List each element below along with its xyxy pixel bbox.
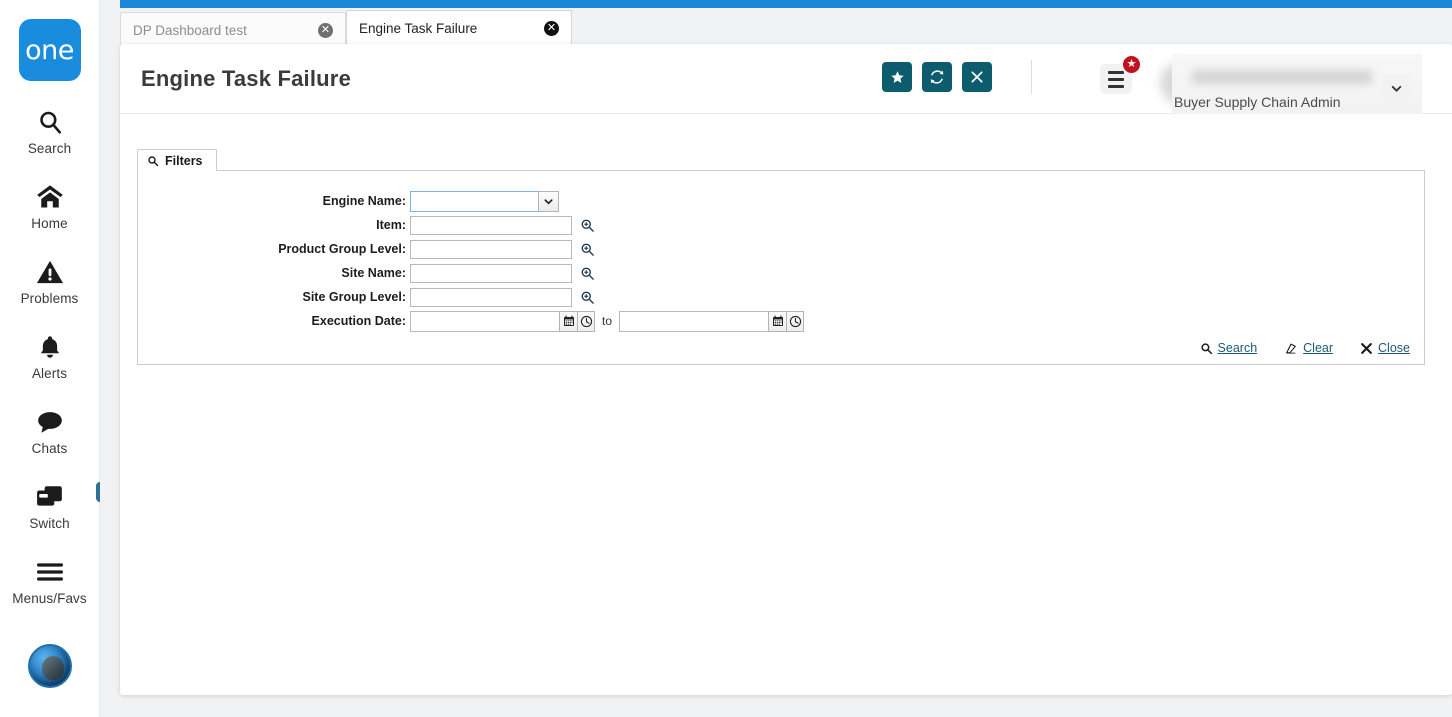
engine-name-select[interactable] — [410, 190, 559, 212]
sidebar-item-label: Switch — [29, 516, 70, 531]
filter-row-product-group-level: Product Group Level: — [138, 237, 1424, 261]
page-card: Engine Task Failure ★ Buyer Supply Chain… — [120, 44, 1452, 695]
chevron-down-icon[interactable] — [538, 190, 559, 212]
product-group-level-input[interactable] — [410, 239, 572, 259]
sidebar-item-label: Alerts — [31, 366, 68, 381]
filter-label: Item: — [376, 218, 406, 232]
calendar-icon[interactable] — [559, 310, 577, 332]
header-menu-button[interactable]: ★ — [1100, 55, 1141, 94]
search-icon — [1200, 342, 1213, 355]
close-x-icon — [1360, 342, 1373, 355]
close-circle-icon[interactable]: ✕ — [318, 23, 333, 38]
sidebar-item-problems[interactable]: Problems — [0, 255, 100, 306]
search-icon — [37, 105, 63, 139]
calendar-icon[interactable] — [768, 310, 787, 332]
tab-engine-task-failure[interactable]: Engine Task Failure ✕ — [346, 10, 572, 48]
execution-date-from-input[interactable] — [410, 310, 559, 332]
filter-action-links: Search Clear Close — [1200, 341, 1410, 355]
execution-date-to-input[interactable] — [619, 310, 769, 332]
warning-triangle-icon — [36, 255, 64, 289]
filter-label: Product Group Level: — [278, 242, 406, 256]
sidebar-item-alerts[interactable]: Alerts — [0, 330, 100, 381]
tab-label: DP Dashboard test — [133, 23, 247, 38]
site-name-input[interactable] — [410, 263, 572, 283]
filters-body: Engine Name: Item: Product Group Level: … — [137, 170, 1425, 365]
sidebar-item-label: Menus/Favs — [12, 591, 87, 606]
filter-close-link[interactable]: Close — [1360, 341, 1410, 355]
filter-link-label: Close — [1378, 341, 1410, 355]
filter-search-link[interactable]: Search — [1200, 341, 1258, 355]
magnifier-plus-icon[interactable] — [576, 239, 598, 259]
sidebar-item-search[interactable]: Search — [0, 105, 100, 156]
clock-icon[interactable] — [786, 310, 805, 332]
filters-tab-label: Filters — [165, 153, 203, 168]
menu-star-badge: ★ — [1122, 55, 1141, 74]
date-range-separator: to — [602, 314, 613, 328]
page-header: Engine Task Failure ★ Buyer Supply Chain… — [120, 44, 1452, 114]
chevron-down-icon[interactable] — [1382, 74, 1410, 102]
tab-strip: DP Dashboard test ✕ Engine Task Failure … — [120, 10, 572, 48]
filter-row-execution-date: Execution Date: to — [138, 309, 1424, 333]
sidebar-item-label: Problems — [20, 291, 79, 306]
ai-assistant-avatar[interactable] — [27, 644, 72, 688]
top-accent-bar — [120, 0, 1452, 8]
filter-row-site-name: Site Name: — [138, 261, 1424, 285]
clock-icon[interactable] — [577, 310, 595, 332]
application-root: one Search Home Problems Alerts Chats Sw… — [0, 0, 1452, 717]
header-divider — [1031, 60, 1032, 94]
eraser-icon — [1284, 342, 1298, 355]
chat-bubble-icon — [36, 405, 64, 439]
tab-dp-dashboard-test[interactable]: DP Dashboard test ✕ — [120, 12, 346, 48]
magnifier-plus-icon[interactable] — [576, 215, 598, 235]
sidebar-item-menus-favs[interactable]: Menus/Favs — [0, 555, 100, 606]
engine-name-select-value[interactable] — [410, 190, 538, 212]
one-logo[interactable]: one — [18, 19, 81, 81]
filter-clear-link[interactable]: Clear — [1284, 341, 1333, 355]
site-group-level-input[interactable] — [410, 287, 572, 307]
filter-label: Engine Name: — [322, 194, 406, 208]
search-icon — [148, 155, 159, 166]
page-header-actions — [882, 62, 992, 92]
main-region: DP Dashboard test ✕ Engine Task Failure … — [100, 0, 1452, 717]
favorite-button[interactable] — [882, 62, 912, 92]
filter-row-site-group-level: Site Group Level: — [138, 285, 1424, 309]
sidebar-item-switch[interactable]: ⇆ Switch — [0, 480, 120, 531]
sidebar-item-label: Search — [27, 141, 72, 156]
close-x-icon — [971, 71, 983, 83]
close-circle-icon[interactable]: ✕ — [544, 20, 559, 36]
filter-row-item: Item: — [138, 213, 1424, 237]
sidebar-item-label: Chats — [31, 441, 68, 456]
left-navigation-rail: one Search Home Problems Alerts Chats Sw… — [0, 0, 120, 717]
filter-label: Execution Date: — [311, 314, 406, 328]
filter-label: Site Name: — [341, 266, 406, 280]
magnifier-plus-icon[interactable] — [576, 263, 598, 283]
execution-date-from[interactable] — [410, 310, 595, 332]
refresh-button[interactable] — [922, 62, 952, 92]
bell-icon — [37, 330, 63, 364]
item-input[interactable] — [410, 215, 572, 235]
page-title: Engine Task Failure — [141, 66, 352, 91]
filter-link-label: Search — [1217, 341, 1258, 355]
user-role-label: Buyer Supply Chain Admin — [1174, 94, 1341, 110]
tab-label: Engine Task Failure — [359, 20, 478, 36]
user-name-redacted — [1192, 70, 1372, 84]
refresh-icon — [930, 70, 944, 84]
sidebar-item-chats[interactable]: Chats — [0, 405, 100, 456]
execution-date-to[interactable] — [619, 310, 805, 332]
tab-filters[interactable]: Filters — [137, 149, 217, 171]
home-icon — [36, 180, 64, 214]
close-button[interactable] — [962, 62, 992, 92]
filter-label: Site Group Level: — [302, 290, 407, 304]
magnifier-plus-icon[interactable] — [576, 287, 598, 307]
sidebar-item-home[interactable]: Home — [0, 180, 100, 231]
hamburger-icon — [36, 555, 64, 589]
sidebar-item-label: Home — [31, 216, 68, 231]
filters-tab-row: Filters — [137, 149, 1425, 171]
filter-link-label: Clear — [1303, 341, 1334, 355]
filter-row-engine-name: Engine Name: — [138, 189, 1424, 213]
star-icon — [890, 70, 904, 83]
windows-stack-icon: ⇆ — [36, 480, 120, 514]
user-info-card[interactable]: Buyer Supply Chain Admin — [1172, 54, 1422, 114]
filters-panel: Filters Engine Name: Item: Product Group… — [137, 149, 1425, 365]
